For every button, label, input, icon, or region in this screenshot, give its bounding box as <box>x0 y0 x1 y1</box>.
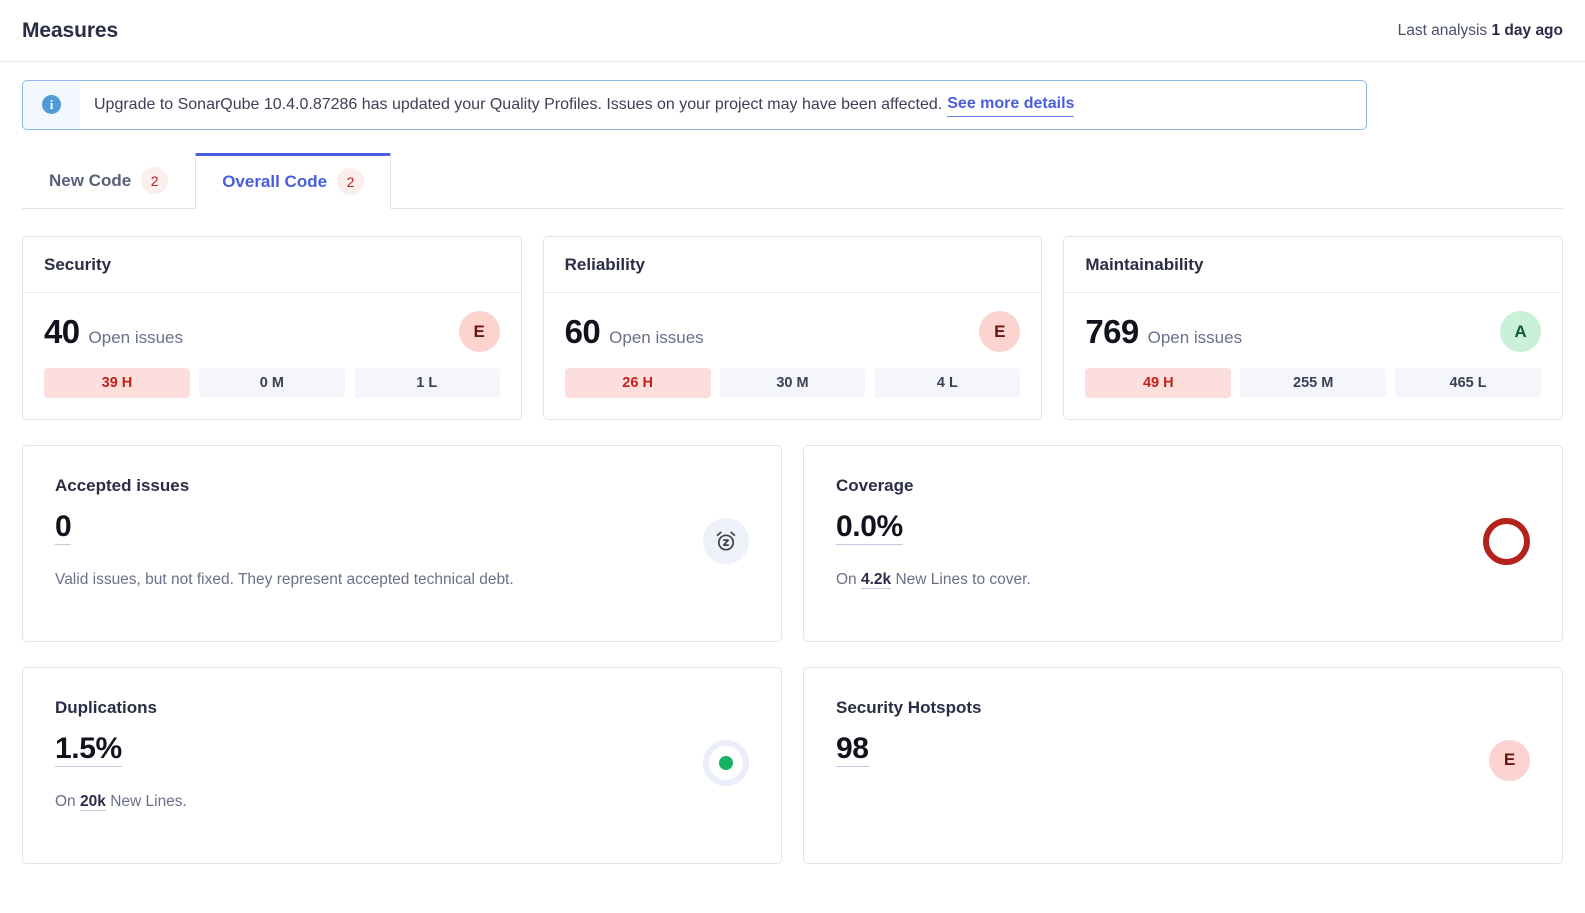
reliability-severity-high[interactable]: 26 H <box>564 367 711 398</box>
duplications-indicator <box>703 739 749 786</box>
see-more-details-link[interactable]: See more details <box>947 93 1075 117</box>
metric-card-reliability-body: 60 Open issues E 26 H 30 M 4 L <box>544 293 1042 419</box>
upgrade-banner: i Upgrade to SonarQube 10.4.0.87286 has … <box>22 80 1367 130</box>
coverage-value[interactable]: 0.0% <box>836 510 903 546</box>
last-analysis-label: Last analysis <box>1397 21 1488 39</box>
security-severity-low[interactable]: 1 L <box>353 367 500 398</box>
info-cards-grid-row2: Duplications 1.5% On 20k New Lines. Secu… <box>22 666 1563 864</box>
security-severity-high[interactable]: 39 H <box>44 367 190 398</box>
accepted-issues-indicator <box>703 517 749 564</box>
duplications-ring-icon[interactable] <box>703 739 749 786</box>
metric-count: 769 Open issues <box>1085 315 1242 348</box>
maintainability-rating-badge[interactable]: A <box>1499 311 1541 353</box>
last-analysis-value: 1 day ago <box>1491 21 1564 39</box>
banner-wrapper: i Upgrade to SonarQube 10.4.0.87286 has … <box>0 62 1585 130</box>
duplications-new-lines-value[interactable]: 20k <box>80 793 106 812</box>
maintainability-severity-medium[interactable]: 255 M <box>1240 367 1387 398</box>
metric-card-maintainability: Maintainability 769 Open issues A 49 H 2… <box>1063 235 1563 420</box>
coverage-new-lines-value[interactable]: 4.2k <box>861 571 892 590</box>
info-cards-grid-row1: Accepted issues 0 Valid issues, but not … <box>22 444 1563 642</box>
metric-main-row: 60 Open issues E <box>565 308 1021 356</box>
tab-overall-code[interactable]: Overall Code 2 <box>195 152 392 209</box>
security-hotspots-rating-badge[interactable]: E <box>1489 739 1530 781</box>
security-rating-badge[interactable]: E <box>458 311 500 353</box>
coverage-indicator <box>1483 517 1530 565</box>
accepted-issues-description: Valid issues, but not fixed. They repres… <box>55 571 514 589</box>
metric-card-security: Security 40 Open issues E 39 H 0 M 1 L <box>22 235 522 420</box>
banner-message: Upgrade to SonarQube 10.4.0.87286 has up… <box>94 96 943 113</box>
last-analysis: Last analysis 1 day ago <box>1398 22 1563 40</box>
maintainability-open-issues-count[interactable]: 769 <box>1085 315 1139 348</box>
metric-card-maintainability-title: Maintainability <box>1064 237 1562 293</box>
metric-card-security-title: Security <box>23 237 521 293</box>
tab-overall-code-label: Overall Code <box>222 171 328 191</box>
tab-new-code-label: New Code <box>49 170 132 190</box>
accepted-issues-title: Accepted issues <box>55 475 190 495</box>
info-card-security-hotspots: Security Hotspots 98 E <box>803 666 1563 864</box>
metric-count: 40 Open issues <box>44 315 183 348</box>
security-hotspots-value[interactable]: 98 <box>836 732 869 768</box>
coverage-ring-icon[interactable] <box>1483 517 1530 565</box>
info-card-accepted-issues: Accepted issues 0 Valid issues, but not … <box>22 444 782 642</box>
reliability-rating-badge[interactable]: E <box>979 311 1021 353</box>
security-open-issues-label: Open issues <box>88 328 184 348</box>
banner-icon-cell: i <box>23 81 80 129</box>
reliability-severity-low[interactable]: 4 L <box>874 367 1021 398</box>
maintainability-severity-low[interactable]: 465 L <box>1395 367 1541 398</box>
snoozed-alarm-clock-icon[interactable] <box>703 517 749 564</box>
tab-new-code[interactable]: New Code 2 <box>22 153 195 209</box>
duplications-title: Duplications <box>55 697 158 717</box>
metric-main-row: 769 Open issues A <box>1085 308 1541 356</box>
metric-card-security-body: 40 Open issues E 39 H 0 M 1 L <box>23 293 521 419</box>
reliability-severity-medium[interactable]: 30 M <box>719 367 866 398</box>
security-open-issues-count[interactable]: 40 <box>44 315 80 348</box>
security-severity-medium[interactable]: 0 M <box>198 367 345 398</box>
tab-new-code-badge: 2 <box>141 167 169 195</box>
coverage-sub: On 4.2k New Lines to cover. <box>836 571 1530 590</box>
coverage-title: Coverage <box>836 475 914 495</box>
security-hotspots-title: Security Hotspots <box>836 697 982 717</box>
metric-card-maintainability-body: 769 Open issues A 49 H 255 M 465 L <box>1064 293 1562 419</box>
page-title: Measures <box>22 18 119 42</box>
info-card-coverage: Coverage 0.0% On 4.2k New Lines to cover… <box>803 444 1563 642</box>
metric-main-row: 40 Open issues E <box>44 308 500 356</box>
banner-text: Upgrade to SonarQube 10.4.0.87286 has up… <box>80 81 1090 129</box>
info-icon: i <box>42 95 61 115</box>
security-hotspots-indicator: E <box>1489 739 1530 781</box>
info-card-duplications: Duplications 1.5% On 20k New Lines. <box>22 666 782 864</box>
coverage-sub-suffix: New Lines to cover. <box>895 571 1031 589</box>
reliability-open-issues-count[interactable]: 60 <box>565 315 601 348</box>
maintainability-open-issues-label: Open issues <box>1147 328 1243 348</box>
metric-cards-grid: Security 40 Open issues E 39 H 0 M 1 L R… <box>22 235 1563 420</box>
metric-count: 60 Open issues <box>565 315 704 348</box>
maintainability-severity-high[interactable]: 49 H <box>1085 367 1232 398</box>
coverage-sub-prefix: On <box>836 571 857 589</box>
metric-card-reliability: Reliability 60 Open issues E 26 H 30 M 4… <box>542 235 1043 420</box>
duplications-value[interactable]: 1.5% <box>55 732 122 768</box>
tab-overall-code-badge: 2 <box>337 168 365 196</box>
duplications-sub-prefix: On <box>55 793 76 811</box>
accepted-issues-value[interactable]: 0 <box>55 510 72 546</box>
metric-card-reliability-title: Reliability <box>543 237 1042 293</box>
security-severity-row: 39 H 0 M 1 L <box>44 367 500 398</box>
reliability-severity-row: 26 H 30 M 4 L <box>564 367 1021 398</box>
reliability-open-issues-label: Open issues <box>609 328 704 348</box>
duplications-status-dot <box>719 755 733 770</box>
maintainability-severity-row: 49 H 255 M 465 L <box>1085 367 1541 398</box>
duplications-sub: On 20k New Lines. <box>55 793 749 812</box>
page-header: Measures Last analysis 1 day ago <box>0 0 1585 62</box>
tabs-bar: New Code 2 Overall Code 2 <box>22 151 1563 209</box>
duplications-sub-suffix: New Lines. <box>110 793 187 811</box>
